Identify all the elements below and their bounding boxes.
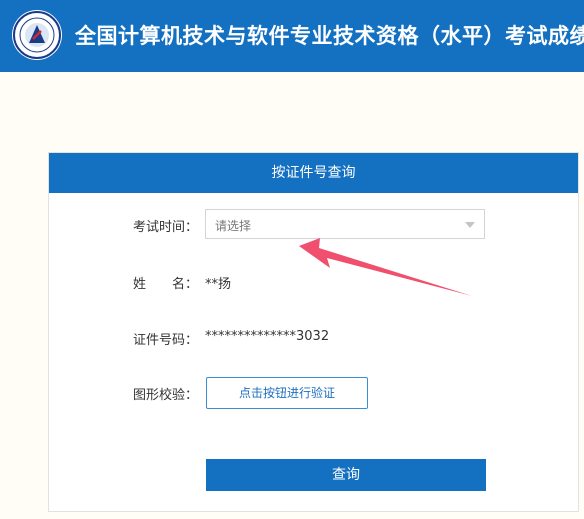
annotation-arrow-icon <box>299 238 472 296</box>
